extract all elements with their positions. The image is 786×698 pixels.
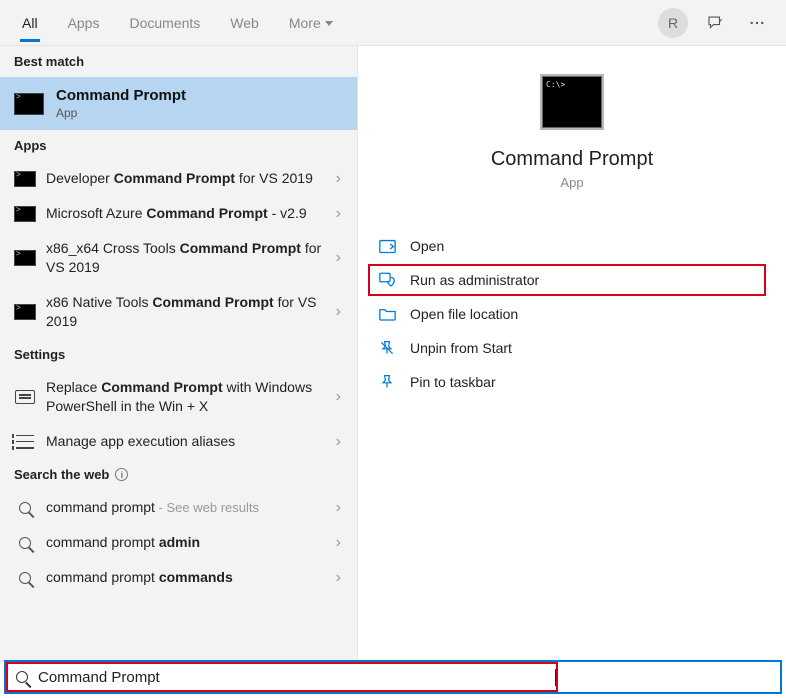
web-result[interactable]: command prompt admin › [0, 525, 357, 560]
text-cursor [555, 669, 556, 686]
result-title: x86 Native Tools Command Prompt for VS 2… [46, 293, 330, 331]
detail-header: Command Prompt App [358, 76, 786, 190]
search-bar-highlight: Command Prompt [6, 662, 558, 692]
results-panel: Best match Command Prompt App Apps Devel… [0, 46, 358, 662]
section-best-match: Best match [0, 46, 357, 77]
chevron-right-icon[interactable]: › [330, 569, 347, 587]
feedback-icon[interactable] [700, 8, 730, 38]
best-match-result[interactable]: Command Prompt App [0, 77, 357, 130]
command-prompt-icon [14, 304, 36, 320]
section-settings: Settings [0, 339, 357, 370]
pin-icon [378, 374, 396, 390]
action-label: Pin to taskbar [410, 374, 496, 390]
tab-apps[interactable]: Apps [54, 5, 114, 41]
detail-title: Command Prompt [358, 148, 786, 171]
user-avatar[interactable]: R [658, 8, 688, 38]
section-search-web: Search the web i [0, 459, 357, 490]
action-open[interactable]: Open [368, 230, 766, 262]
chevron-right-icon[interactable]: › [330, 534, 347, 552]
settings-result[interactable]: Replace Command Prompt with Windows Powe… [0, 370, 357, 424]
result-title: command prompt admin [46, 533, 330, 552]
action-label: Open [410, 238, 444, 254]
open-icon [378, 238, 396, 254]
result-title: command prompt commands [46, 568, 330, 587]
chevron-right-icon[interactable]: › [330, 205, 347, 223]
action-open-file-location[interactable]: Open file location [368, 298, 766, 330]
command-prompt-icon [14, 250, 36, 266]
chevron-right-icon[interactable]: › [330, 303, 347, 321]
chevron-right-icon[interactable]: › [330, 433, 347, 451]
unpin-icon [378, 340, 396, 356]
info-icon[interactable]: i [115, 468, 128, 481]
chevron-down-icon [325, 21, 333, 26]
tab-web[interactable]: Web [216, 5, 273, 41]
search-input[interactable]: Command Prompt [38, 669, 555, 686]
settings-result[interactable]: Manage app execution aliases › [0, 424, 357, 459]
search-icon [16, 671, 28, 683]
tab-all[interactable]: All [8, 5, 52, 41]
chevron-right-icon[interactable]: › [330, 170, 347, 188]
search-icon [19, 572, 31, 584]
action-pin-to-taskbar[interactable]: Pin to taskbar [368, 366, 766, 398]
chevron-right-icon[interactable]: › [330, 499, 347, 517]
shield-admin-icon [378, 272, 396, 288]
app-result[interactable]: x86_x64 Cross Tools Command Prompt for V… [0, 231, 357, 285]
action-unpin-from-start[interactable]: Unpin from Start [368, 332, 766, 364]
command-prompt-icon [14, 171, 36, 187]
app-result[interactable]: x86 Native Tools Command Prompt for VS 2… [0, 285, 357, 339]
app-result[interactable]: Developer Command Prompt for VS 2019 › [0, 161, 357, 196]
command-prompt-icon [14, 206, 36, 222]
search-icon [19, 502, 31, 514]
tab-documents[interactable]: Documents [115, 5, 214, 41]
detail-actions: Open Run as administrator Open file loca… [358, 230, 786, 398]
result-title: Microsoft Azure Command Prompt - v2.9 [46, 204, 330, 223]
detail-panel: Command Prompt App Open Run as administr… [358, 46, 786, 662]
action-label: Run as administrator [410, 272, 539, 288]
section-apps: Apps [0, 130, 357, 161]
result-title: Manage app execution aliases [46, 432, 330, 451]
result-title: Developer Command Prompt for VS 2019 [46, 169, 330, 188]
action-label: Open file location [410, 306, 518, 322]
result-title: command prompt - See web results [46, 498, 330, 517]
more-options-icon[interactable] [742, 8, 772, 38]
detail-subtitle: App [358, 175, 786, 190]
tab-more[interactable]: More [275, 5, 347, 41]
top-tab-bar: All Apps Documents Web More R [0, 0, 786, 46]
web-result[interactable]: command prompt commands › [0, 560, 357, 595]
action-run-as-administrator[interactable]: Run as administrator [368, 264, 766, 296]
list-settings-icon [16, 435, 34, 449]
command-prompt-icon [14, 93, 44, 115]
chevron-right-icon[interactable]: › [330, 388, 347, 406]
topbar-right: R [658, 8, 778, 38]
search-bar[interactable]: Command Prompt [4, 660, 782, 694]
best-match-subtitle: App [56, 106, 343, 120]
result-title: Replace Command Prompt with Windows Powe… [46, 378, 330, 416]
app-result[interactable]: Microsoft Azure Command Prompt - v2.9 › [0, 196, 357, 231]
folder-icon [378, 306, 396, 322]
search-icon [19, 537, 31, 549]
chevron-right-icon[interactable]: › [330, 249, 347, 267]
filter-tabs: All Apps Documents Web More [8, 5, 347, 41]
result-title: x86_x64 Cross Tools Command Prompt for V… [46, 239, 330, 277]
command-prompt-large-icon [542, 76, 602, 128]
display-settings-icon [15, 390, 35, 404]
main-content: Best match Command Prompt App Apps Devel… [0, 46, 786, 662]
web-result[interactable]: command prompt - See web results › [0, 490, 357, 525]
action-label: Unpin from Start [410, 340, 512, 356]
best-match-title: Command Prompt [56, 87, 343, 104]
